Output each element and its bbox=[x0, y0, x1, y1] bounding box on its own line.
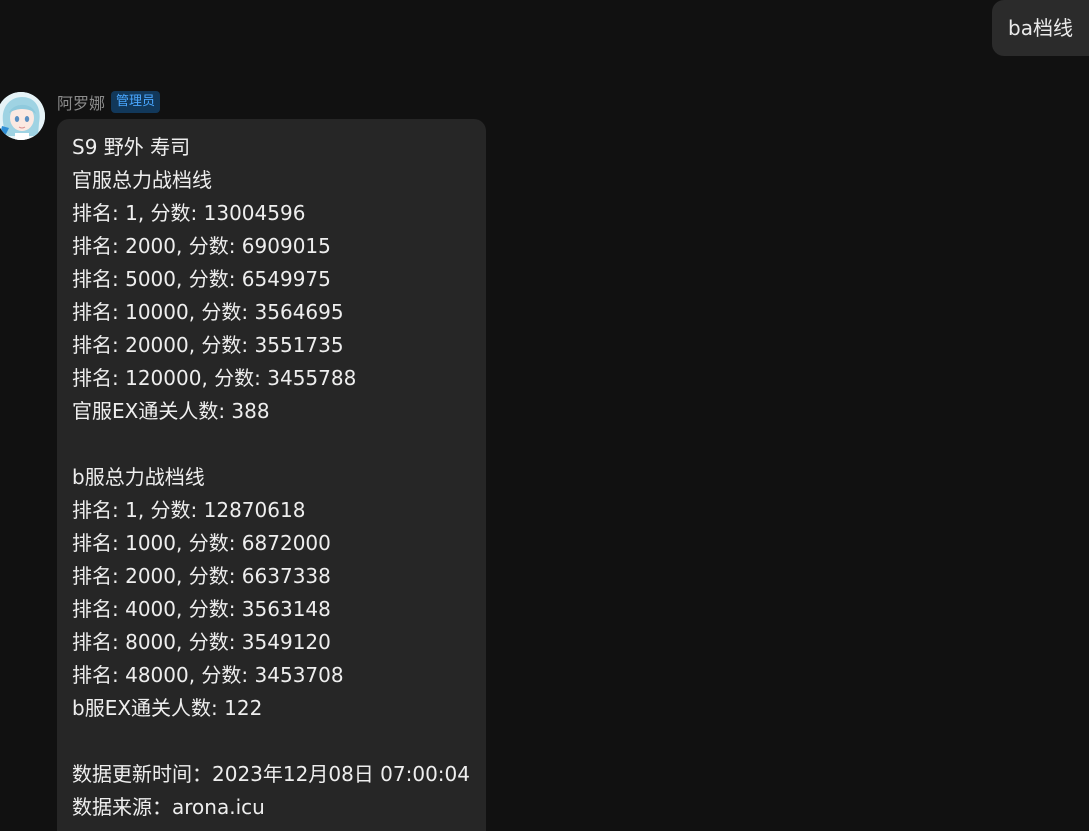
message-line: 数据来源：arona.icu bbox=[72, 795, 265, 819]
message-line: 排名: 2000, 分数: 6637338 bbox=[72, 564, 331, 588]
message-line: 排名: 8000, 分数: 3549120 bbox=[72, 630, 331, 654]
user-message-bubble[interactable]: ba档线 bbox=[992, 0, 1089, 56]
message-line: b服总力战档线 bbox=[72, 465, 205, 489]
user-message-text: ba档线 bbox=[1008, 16, 1073, 40]
reply-message-bubble[interactable]: S9 野外 寿司 官服总力战档线排名: 1, 分数: 13004596 排名: 20… bbox=[57, 119, 486, 831]
message-line: b服EX通关人数: 122 bbox=[72, 696, 263, 720]
avatar-image bbox=[0, 92, 45, 140]
message-line: 排名: 48000, 分数: 3453708 bbox=[72, 663, 344, 687]
message-line: 官服总力战档线 bbox=[72, 168, 212, 192]
message-line: 官服EX通关人数: 388 bbox=[72, 399, 270, 423]
message-line: 排名: 120000, 分数: 3455788 bbox=[72, 366, 357, 390]
role-badge: 管理员 bbox=[111, 91, 161, 113]
avatar[interactable] bbox=[0, 92, 45, 140]
message-line bbox=[72, 428, 472, 461]
sender-name[interactable]: 阿罗娜 bbox=[57, 90, 105, 114]
message-line: 排名: 1, 分数: 12870618 bbox=[72, 498, 306, 522]
message-line: S9 野外 寿司 bbox=[72, 135, 191, 159]
message-line: 排名: 20000, 分数: 3551735 bbox=[72, 333, 344, 357]
sender-row: 阿罗娜 管理员 bbox=[57, 90, 161, 114]
message-line: 排名: 5000, 分数: 6549975 bbox=[72, 267, 331, 291]
message-line: 排名: 1000, 分数: 6872000 bbox=[72, 531, 331, 555]
message-line bbox=[72, 725, 472, 758]
message-line: 排名: 2000, 分数: 6909015 bbox=[72, 234, 331, 258]
message-line: 数据更新时间：2023年12月08日 07:00:04 bbox=[72, 762, 470, 786]
chat-view: ba档线 阿罗娜 管理员 S9 野外 寿司 官服总力战档线排名: 1, 分数: 1… bbox=[0, 0, 1089, 831]
message-line: 排名: 1, 分数: 13004596 bbox=[72, 201, 306, 225]
message-line: 排名: 10000, 分数: 3564695 bbox=[72, 300, 344, 324]
message-line: 排名: 4000, 分数: 3563148 bbox=[72, 597, 331, 621]
